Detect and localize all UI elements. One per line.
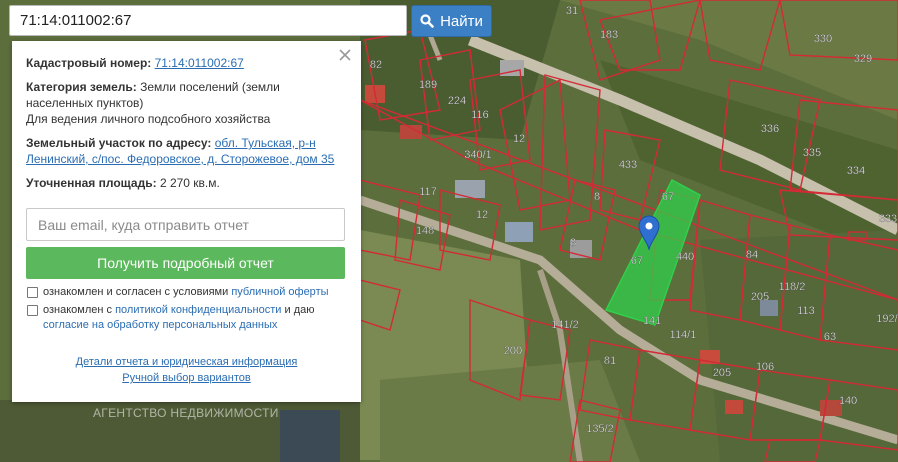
land-category-row: Категория земель: Земли поселений (земли…: [26, 79, 347, 127]
parcel-number-label: 8: [570, 237, 576, 249]
area-label: Уточненная площадь:: [26, 176, 157, 190]
parcel-number-label: 141/2: [551, 319, 579, 331]
parcel-number-label: 113: [797, 305, 815, 317]
get-report-button[interactable]: Получить подробный отчет: [26, 247, 345, 279]
parcel-number-label: 334: [847, 165, 865, 177]
parcel-number-label: 81: [604, 355, 616, 367]
parcel-number-label: 12: [513, 133, 525, 145]
report-details-link[interactable]: Детали отчета и юридическая информация: [26, 354, 347, 370]
parcel-number-label: 67: [631, 255, 643, 267]
parcel-number-label: 82: [370, 59, 382, 71]
panel-footer: Детали отчета и юридическая информация Р…: [26, 354, 347, 386]
parcel-number-label: 330: [814, 33, 832, 45]
parcel-number-label: 31: [566, 5, 578, 17]
parcel-number-label: 63: [824, 331, 836, 343]
parcel-number-label: 118/2: [779, 281, 806, 293]
parcel-number-label: 117: [419, 186, 437, 198]
address-label: Земельный участок по адресу:: [26, 136, 212, 150]
parcel-number-label: 8: [594, 191, 600, 203]
parcel-number-label: 340/1: [464, 149, 492, 161]
cadastral-number-link[interactable]: 71:14:011002:67: [155, 56, 244, 70]
parcel-number-label: 192/1: [876, 313, 898, 325]
parcel-number-label: 148: [416, 225, 434, 237]
area-value: 2 270 кв.м.: [159, 176, 220, 190]
parcel-number-label: 433: [619, 159, 637, 171]
cadastral-number-row: Кадастровый номер: 71:14:011002:67: [26, 55, 347, 71]
privacy-policy-link[interactable]: политикой конфиденциальности: [115, 304, 281, 316]
land-category-label: Категория земель:: [26, 80, 137, 94]
area-row: Уточненная площадь: 2 270 кв.м.: [26, 175, 347, 191]
data-processing-link[interactable]: согласие на обработку персональных данны…: [43, 319, 277, 331]
parcel-number-label: 116: [471, 109, 489, 121]
search-icon: [420, 14, 434, 28]
email-field[interactable]: [26, 208, 345, 241]
parcel-number-label: 224: [448, 95, 466, 107]
parcel-number-label: 200: [504, 345, 522, 357]
parcel-number-label: 329: [854, 53, 872, 65]
land-usage-value: Для ведения личного подсобного хозяйства: [26, 112, 271, 126]
public-offer-link[interactable]: публичной оферты: [231, 286, 328, 298]
parcel-info-panel: Кадастровый номер: 71:14:011002:67 Катег…: [12, 41, 361, 402]
offer-consent-text: ознакомлен и согласен с условиями: [43, 286, 229, 298]
parcel-number-label: 440: [676, 251, 694, 263]
search-button-label: Найти: [440, 12, 483, 30]
search-bar: [9, 5, 407, 36]
parcel-number-label: 67: [662, 191, 674, 203]
offer-consent-checkbox[interactable]: [27, 287, 38, 298]
privacy-consent-checkbox[interactable]: [27, 305, 38, 316]
parcel-number-label: 205: [713, 367, 731, 379]
search-input[interactable]: [10, 6, 406, 35]
parcel-number-label: 335: [803, 147, 821, 159]
parcel-number-label: 333: [879, 213, 897, 225]
parcel-number-label: 135/2: [586, 423, 614, 435]
privacy-consent-mid: и даю: [284, 304, 315, 316]
parcel-number-label: 140: [839, 395, 857, 407]
watermark: АГЕНТСТВО НЕДВИЖИМОСТИ: [93, 406, 279, 420]
parcel-number-label: 84: [746, 249, 758, 261]
parcel-number-label: 205: [751, 291, 769, 303]
cadastral-number-label: Кадастровый номер:: [26, 56, 152, 70]
parcel-number-label: 189: [419, 79, 437, 91]
parcel-number-label: 336: [761, 123, 779, 135]
address-row: Земельный участок по адресу: обл. Тульск…: [26, 135, 347, 167]
privacy-consent-text: ознакомлен с: [43, 304, 113, 316]
manual-selection-link[interactable]: Ручной выбор вариантов: [26, 370, 347, 386]
offer-consent: ознакомлен и согласен с условиями публич…: [26, 285, 347, 300]
parcel-number-label: 12: [476, 209, 488, 221]
search-button[interactable]: Найти: [411, 5, 492, 37]
parcel-number-label: 106: [756, 361, 774, 373]
parcel-number-label: 183: [600, 29, 618, 41]
parcel-number-label: 141: [643, 315, 661, 327]
privacy-consent: ознакомлен с политикой конфиденциальност…: [26, 303, 347, 333]
close-icon[interactable]: [338, 48, 352, 62]
parcel-number-label: 114/1: [670, 329, 697, 341]
